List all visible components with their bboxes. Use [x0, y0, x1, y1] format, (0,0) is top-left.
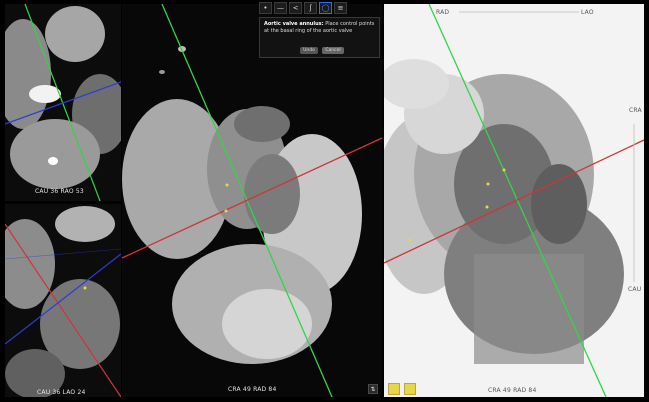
- center-orientation-label: CRA 49 RAD 84: [228, 386, 277, 393]
- curve-icon[interactable]: ʃ: [304, 2, 317, 14]
- bottom-left-ct-view[interactable]: CAU 36 LAO 24: [5, 204, 121, 397]
- center-toolbar: • — < ʃ ◯ ≡: [259, 2, 347, 14]
- right-top-left-label: RAD: [436, 9, 450, 16]
- share-icon[interactable]: <: [289, 2, 302, 14]
- measure-icon[interactable]: —: [274, 2, 287, 14]
- right-side-bottom-label: CAU: [628, 286, 642, 293]
- top-left-ct-view[interactable]: CAU 36 RAO 53: [5, 4, 121, 201]
- tooltip-text: Aortic valve annulus: Place control poin…: [264, 21, 377, 34]
- undo-button[interactable]: Undo: [300, 47, 318, 54]
- tooltip-title: Aortic valve annulus:: [264, 21, 324, 27]
- right-orientation-label: CRA 49 RAD 84: [488, 387, 537, 394]
- bottom-left-ct-image: [5, 204, 121, 397]
- settings-toggle-icon[interactable]: ⇅: [368, 384, 378, 394]
- right-angio-image: [384, 4, 644, 397]
- right-top-right-label: LAO: [581, 9, 594, 16]
- point-icon[interactable]: •: [259, 2, 272, 14]
- right-angio-view[interactable]: RAD LAO CRA CAU CRA 49 RAD 84: [384, 4, 644, 397]
- cancel-button[interactable]: Cancel: [322, 47, 344, 54]
- marker-toggle-button-1[interactable]: [388, 383, 400, 395]
- ring-icon[interactable]: ◯: [319, 2, 332, 14]
- bottom-left-orientation-label: CAU 36 LAO 24: [37, 389, 86, 396]
- center-ct-view[interactable]: CRA 49 RAD 84 ⇅: [122, 4, 382, 397]
- instruction-tooltip: Aortic valve annulus: Place control poin…: [259, 17, 380, 58]
- center-ct-image: [122, 4, 382, 397]
- menu-icon[interactable]: ≡: [334, 2, 347, 14]
- right-side-top-label: CRA: [629, 107, 642, 114]
- top-left-ct-image: [5, 4, 121, 201]
- top-left-orientation-label: CAU 36 RAO 53: [35, 188, 84, 195]
- marker-toggle-button-2[interactable]: [404, 383, 416, 395]
